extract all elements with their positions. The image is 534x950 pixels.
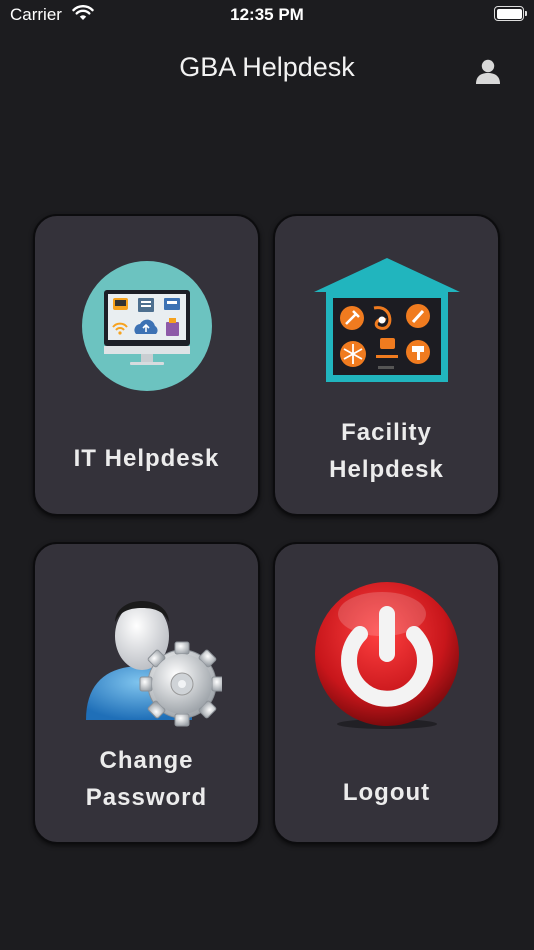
computer-services-icon bbox=[35, 256, 258, 396]
change-password-button[interactable]: Change Password bbox=[33, 542, 260, 844]
it-helpdesk-button[interactable]: IT Helpdesk bbox=[33, 214, 260, 516]
house-tools-icon bbox=[275, 256, 498, 396]
facility-helpdesk-label: Facility Helpdesk bbox=[329, 419, 444, 483]
power-button-icon bbox=[275, 582, 498, 729]
battery-icon bbox=[494, 6, 527, 21]
menu-grid: IT Helpdesk Facility Helpdesk Change Pas… bbox=[33, 214, 501, 844]
page-title: GBA Helpdesk bbox=[179, 52, 355, 82]
status-bar: Carrier 12:35 PM bbox=[0, 0, 534, 32]
person-icon[interactable] bbox=[475, 58, 501, 86]
status-time: 12:35 PM bbox=[230, 5, 304, 24]
facility-helpdesk-button[interactable]: Facility Helpdesk bbox=[273, 214, 500, 516]
user-gear-icon bbox=[35, 578, 258, 727]
change-password-label: Change Password bbox=[85, 747, 208, 811]
it-helpdesk-label: IT Helpdesk bbox=[73, 445, 220, 472]
logout-button[interactable]: Logout bbox=[273, 542, 500, 844]
logout-label: Logout bbox=[342, 779, 431, 806]
